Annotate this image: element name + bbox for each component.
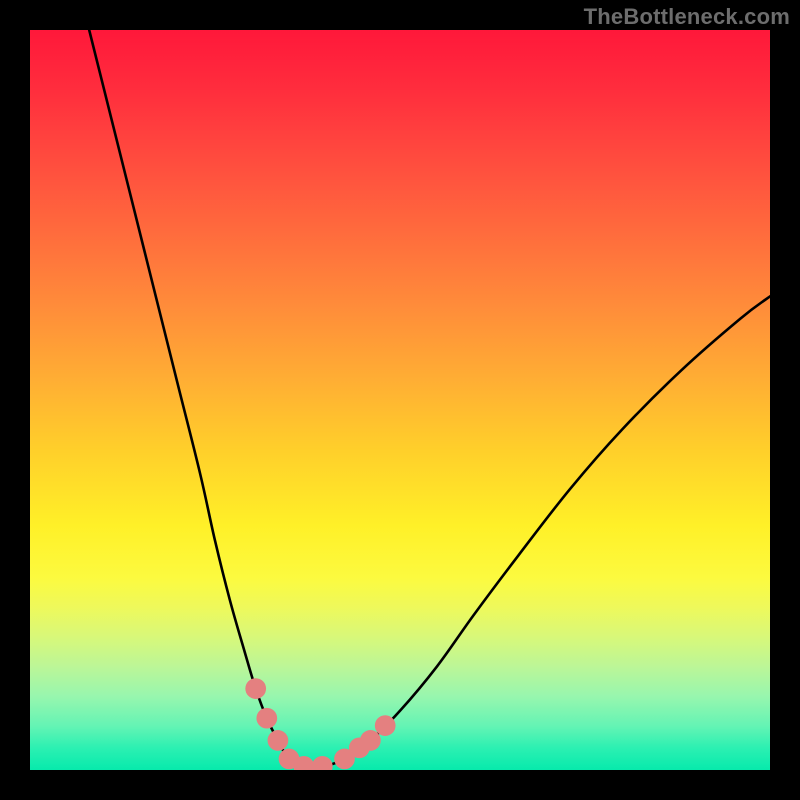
marker-dot (256, 708, 277, 729)
marker-dot (245, 678, 266, 699)
bottleneck-curve (30, 30, 770, 770)
marker-dot (375, 715, 396, 736)
marker-dot (312, 756, 333, 770)
marker-group (245, 678, 395, 770)
chart-frame: TheBottleneck.com (0, 0, 800, 800)
plot-area (30, 30, 770, 770)
curve-path (89, 30, 770, 767)
marker-dot (360, 730, 381, 751)
watermark-text: TheBottleneck.com (584, 4, 790, 30)
marker-dot (268, 730, 289, 751)
